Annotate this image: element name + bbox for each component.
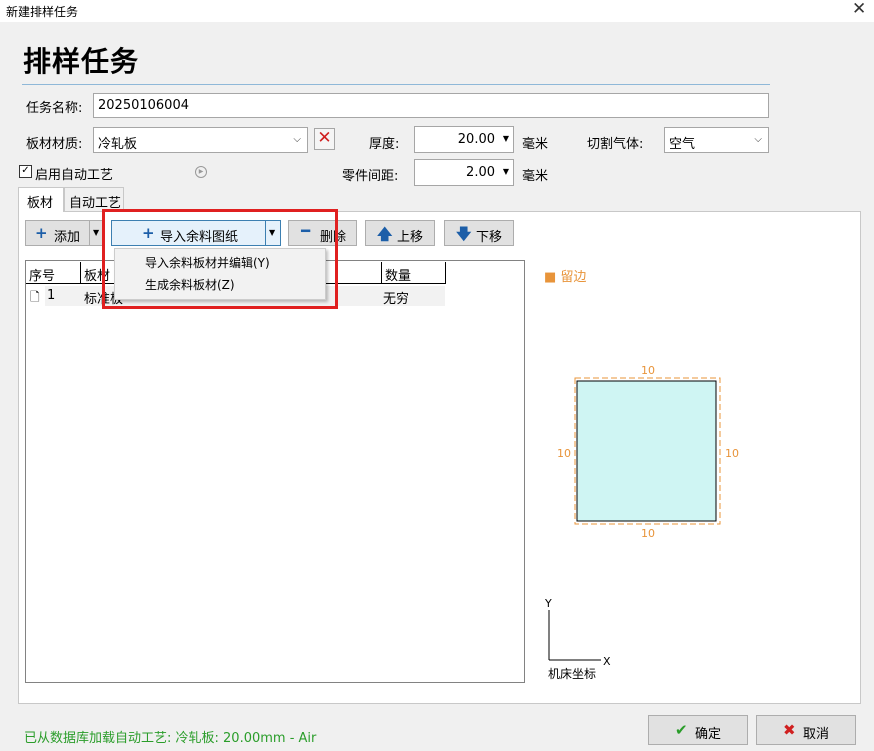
document-icon: 🗋 <box>30 290 40 304</box>
arrow-up-icon: 🡅 <box>377 225 393 243</box>
sheet-rect <box>576 380 717 522</box>
tab-auto-process[interactable]: 自动工艺 <box>64 187 124 211</box>
move-down-button[interactable]: 🡇 下移 <box>444 220 514 246</box>
spacing-value: 2.00 <box>466 165 495 180</box>
material-select[interactable]: 冷轧板 ⌵ <box>93 127 308 153</box>
task-name-input[interactable]: 20250106004 <box>93 93 769 118</box>
thickness-value: 20.00 <box>457 132 495 147</box>
arrow-down-icon: 🡇 <box>456 225 472 243</box>
material-value: 冷轧板 <box>98 137 138 152</box>
status-text: 已从数据库加载自动工艺: 冷轧板: 20.00mm - Air <box>24 731 317 746</box>
title-bar: 新建排样任务 ✕ <box>0 0 874 22</box>
cancel-button-label: 取消 <box>803 727 830 742</box>
legend-label: 留边 <box>560 270 587 285</box>
add-button[interactable]: + 添加 ▼ <box>25 220 103 246</box>
add-button-label: 添加 <box>54 230 81 245</box>
spacing-label: 零件间距: <box>342 169 399 184</box>
table-header[interactable]: 数量 <box>381 262 446 284</box>
page-title: 排样任务 <box>23 45 140 78</box>
gas-label: 切割气体: <box>587 137 644 152</box>
cross-icon: ✖ <box>783 721 796 739</box>
gas-select[interactable]: 空气 ⌵ <box>664 127 769 153</box>
material-label: 板材材质: <box>26 137 83 152</box>
axis-x-label: X <box>603 655 611 668</box>
ok-button-label: 确定 <box>695 727 722 742</box>
move-up-button[interactable]: 🡅 上移 <box>365 220 435 246</box>
auto-process-label: 启用自动工艺 <box>35 168 114 183</box>
plus-icon: + <box>35 224 48 242</box>
highlight-box <box>102 209 338 309</box>
chevron-down-icon: ⌵ <box>754 134 762 145</box>
legend-square-icon: ■ <box>544 270 557 285</box>
title-divider <box>22 84 770 85</box>
auto-process-checkbox[interactable]: ✓ <box>19 165 32 178</box>
spacing-input[interactable]: 2.00 ▼ <box>414 159 514 186</box>
window-title: 新建排样任务 <box>6 5 79 19</box>
close-icon[interactable]: ✕ <box>852 0 866 19</box>
task-name-value: 20250106004 <box>98 98 189 113</box>
caret-down-icon[interactable]: ▼ <box>503 167 509 176</box>
thickness-input[interactable]: 20.00 ▼ <box>414 126 514 153</box>
margin-left-value: 10 <box>557 447 571 460</box>
task-name-label: 任务名称: <box>26 101 83 116</box>
check-icon: ✔ <box>675 721 688 739</box>
spacing-unit: 毫米 <box>522 169 549 184</box>
ok-button[interactable]: ✔ 确定 <box>648 715 748 745</box>
play-icon[interactable]: ▶ <box>195 166 207 178</box>
tab-sheet-label: 板材 <box>27 196 54 211</box>
machine-coord-label: 机床坐标 <box>548 667 597 681</box>
row-index: 1 <box>47 288 56 303</box>
axis-y-label: Y <box>545 597 552 610</box>
thickness-label: 厚度: <box>369 137 400 152</box>
margin-right-value: 10 <box>725 447 739 460</box>
chevron-down-icon: ⌵ <box>293 134 301 145</box>
move-down-label: 下移 <box>476 230 503 245</box>
row-quantity: 无穷 <box>383 292 410 307</box>
table-header[interactable]: 序号 <box>26 262 81 284</box>
clear-material-button[interactable]: ✕ <box>314 128 335 150</box>
move-up-label: 上移 <box>397 230 424 245</box>
margin-bottom-value: 10 <box>641 527 655 540</box>
caret-down-icon[interactable]: ▼ <box>93 228 99 237</box>
cancel-button[interactable]: ✖ 取消 <box>756 715 856 745</box>
margin-legend: ■ 留边 <box>544 266 586 285</box>
gas-value: 空气 <box>669 137 696 152</box>
tab-sheet[interactable]: 板材 <box>18 187 64 212</box>
caret-down-icon[interactable]: ▼ <box>503 134 509 143</box>
margin-top-value: 10 <box>641 364 655 377</box>
thickness-unit: 毫米 <box>522 137 549 152</box>
sheet-table[interactable] <box>25 260 525 683</box>
